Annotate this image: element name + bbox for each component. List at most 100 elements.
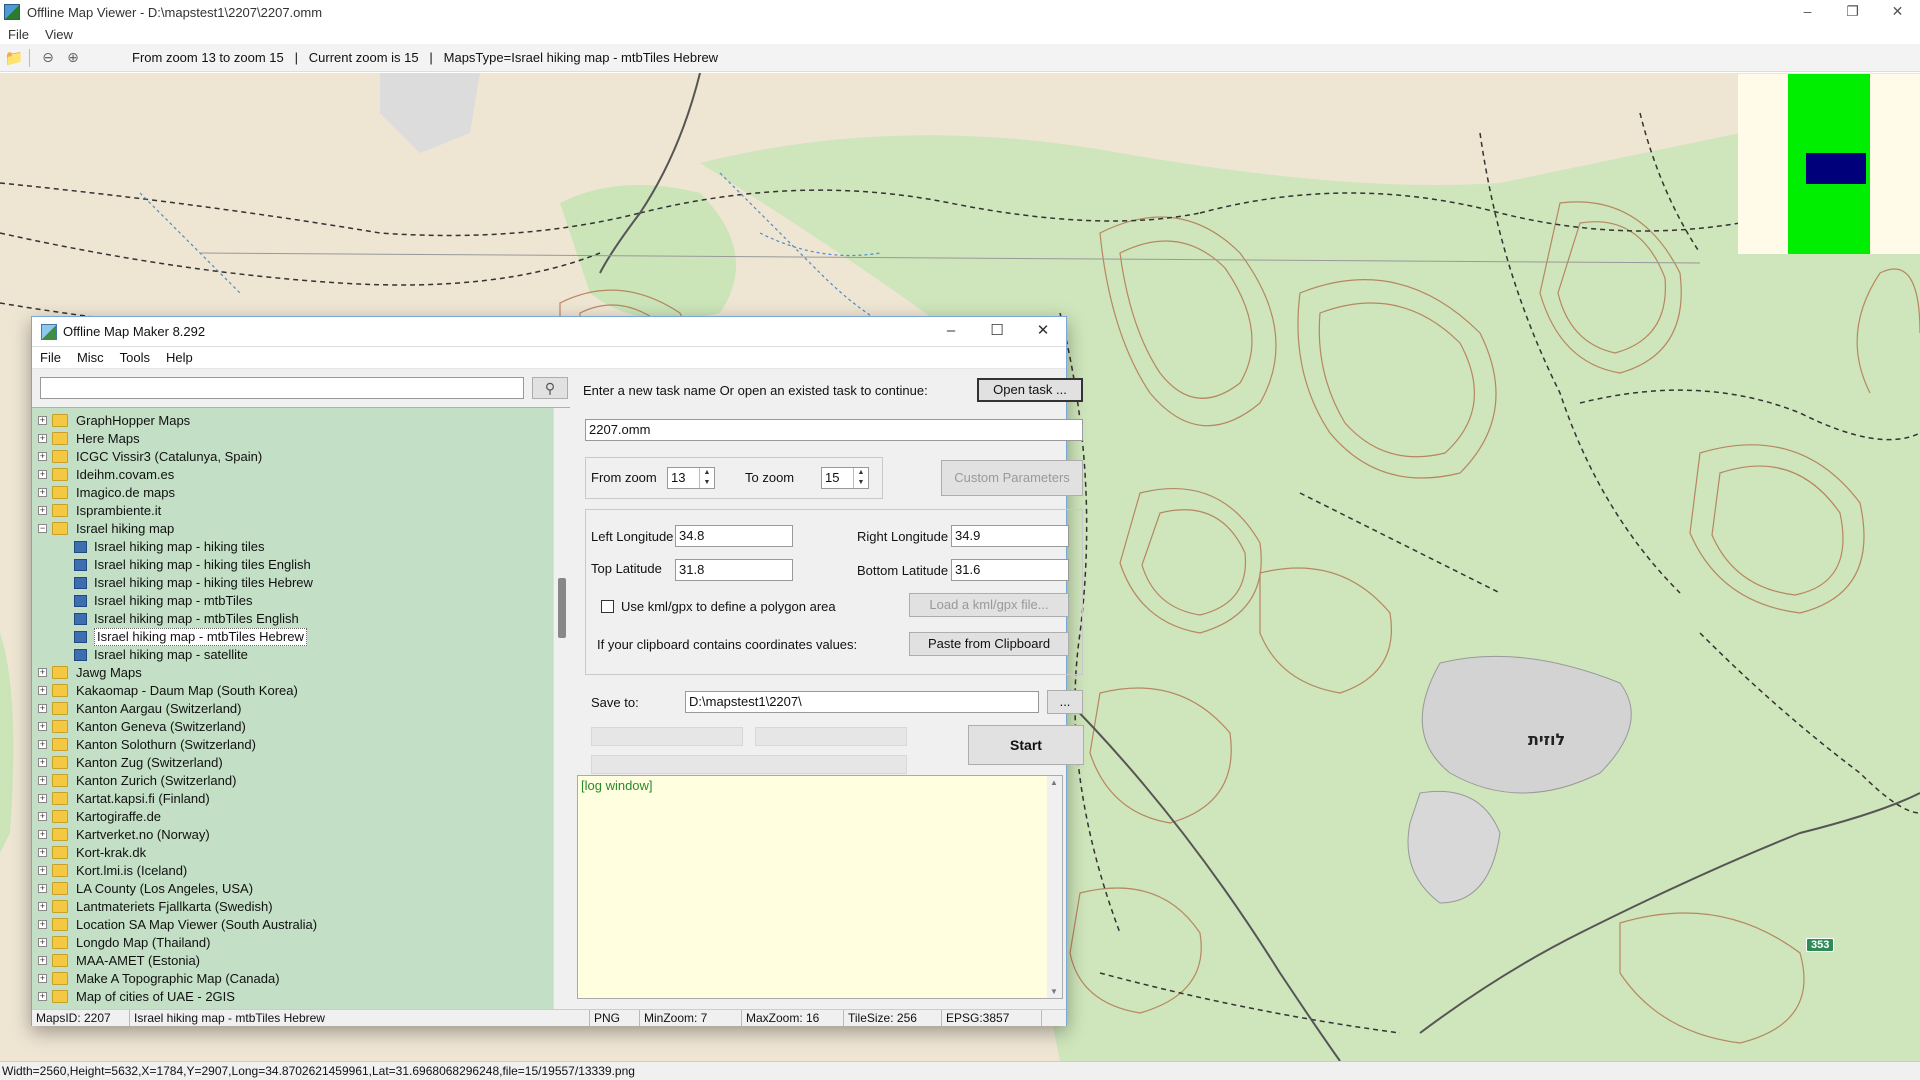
dialog-maximize-icon[interactable]: ☐	[974, 317, 1020, 347]
expand-icon[interactable]: +	[38, 992, 47, 1001]
tree-folder-item[interactable]: + Lantmateriets Fjallkarta (Swedish)	[32, 898, 542, 916]
zoom-out-icon[interactable]: ⊖	[37, 47, 59, 69]
tree-folder-item[interactable]: + Kort-krak.dk	[32, 844, 542, 862]
expand-icon[interactable]: +	[38, 866, 47, 875]
tree-folder-item[interactable]: + Ideihm.covam.es	[32, 466, 542, 484]
tree-folder-item[interactable]: + Jawg Maps	[32, 664, 542, 682]
map-search-input[interactable]	[40, 377, 524, 399]
tree-folder-item[interactable]: + Imagico.de maps	[32, 484, 542, 502]
start-button[interactable]: Start	[968, 725, 1084, 765]
tree-folder-item[interactable]: + ICGC Vissir3 (Catalunya, Spain)	[32, 448, 542, 466]
dialog-menu-tools[interactable]: Tools	[112, 350, 158, 365]
expand-icon[interactable]: +	[38, 974, 47, 983]
collapse-icon[interactable]: −	[38, 524, 47, 533]
expand-icon[interactable]: +	[38, 884, 47, 893]
task-name-input[interactable]: 2207.omm	[585, 419, 1083, 441]
open-task-button[interactable]: Open task ...	[977, 378, 1083, 402]
tree-folder-item[interactable]: + Kanton Solothurn (Switzerland)	[32, 736, 542, 754]
expand-icon[interactable]: +	[38, 848, 47, 857]
tree-folder-item[interactable]: + Isprambiente.it	[32, 502, 542, 520]
browse-button[interactable]: ...	[1047, 690, 1083, 714]
scroll-down-icon[interactable]: ▼	[1050, 987, 1058, 996]
spinner-arrows-icon[interactable]: ▲ ▼	[699, 468, 714, 488]
menu-file[interactable]: File	[0, 27, 37, 42]
tree-folder-item[interactable]: − Israel hiking map	[32, 520, 542, 538]
expand-icon[interactable]: +	[38, 830, 47, 839]
dialog-menu-file[interactable]: File	[32, 350, 69, 365]
tree-folder-item[interactable]: + Kanton Zug (Switzerland)	[32, 754, 542, 772]
expand-icon[interactable]: +	[38, 434, 47, 443]
top-latitude-input[interactable]: 31.8	[675, 559, 793, 581]
open-folder-icon[interactable]: 📁	[3, 47, 25, 69]
tree-folder-item[interactable]: + Longdo Map (Thailand)	[32, 934, 542, 952]
tree-folder-item[interactable]: + Location SA Map Viewer (South Australia…	[32, 916, 542, 934]
expand-icon[interactable]: +	[38, 506, 47, 515]
tree-folder-item[interactable]: + Kort.lmi.is (Iceland)	[32, 862, 542, 880]
minimap[interactable]	[1738, 74, 1920, 254]
zoom-in-icon[interactable]: ⊕	[62, 47, 84, 69]
tree-map-item[interactable]: Israel hiking map - satellite	[32, 646, 542, 664]
tree-folder-item[interactable]: + Kanton Aargau (Switzerland)	[32, 700, 542, 718]
tree-folder-item[interactable]: + Kakaomap - Daum Map (South Korea)	[32, 682, 542, 700]
bottom-latitude-input[interactable]: 31.6	[951, 559, 1069, 581]
tree-scrollbar[interactable]	[553, 408, 570, 1009]
expand-icon[interactable]: +	[38, 812, 47, 821]
tree-map-item[interactable]: Israel hiking map - hiking tiles	[32, 538, 542, 556]
left-longitude-input[interactable]: 34.8	[675, 525, 793, 547]
custom-parameters-button[interactable]: Custom Parameters	[941, 460, 1083, 496]
close-icon[interactable]: ✕	[1875, 0, 1920, 24]
tree-folder-item[interactable]: + Kartat.kapsi.fi (Finland)	[32, 790, 542, 808]
dialog-minimize-icon[interactable]: –	[928, 317, 974, 347]
dialog-menu-misc[interactable]: Misc	[69, 350, 112, 365]
to-zoom-spinner[interactable]: 15 ▲ ▼	[821, 467, 869, 489]
log-window[interactable]: [log window] ▲ ▼	[577, 775, 1063, 999]
dialog-menu-help[interactable]: Help	[158, 350, 201, 365]
tree-folder-item[interactable]: + Kartogiraffe.de	[32, 808, 542, 826]
expand-icon[interactable]: +	[38, 902, 47, 911]
tree-map-item[interactable]: Israel hiking map - hiking tiles Hebrew	[32, 574, 542, 592]
tree-map-item[interactable]: Israel hiking map - mtbTiles English	[32, 610, 542, 628]
restore-icon[interactable]: ❐	[1830, 0, 1875, 24]
kml-polygon-checkbox[interactable]	[601, 600, 614, 613]
tree-folder-item[interactable]: + MAA-AMET (Estonia)	[32, 952, 542, 970]
minimize-icon[interactable]: –	[1785, 0, 1830, 24]
spinner-arrows-icon[interactable]: ▲ ▼	[853, 468, 868, 488]
expand-icon[interactable]: +	[38, 794, 47, 803]
map-source-tree[interactable]: + GraphHopper Maps + Here Maps + ICGC Vissir3…	[32, 407, 570, 1009]
expand-icon[interactable]: +	[38, 668, 47, 677]
log-scrollbar[interactable]: ▲ ▼	[1047, 776, 1062, 998]
tree-map-item[interactable]: Israel hiking map - hiking tiles English	[32, 556, 542, 574]
expand-icon[interactable]: +	[38, 686, 47, 695]
tree-folder-item[interactable]: + GraphHopper Maps	[32, 412, 542, 430]
paste-from-clipboard-button[interactable]: Paste from Clipboard	[909, 632, 1069, 656]
load-kml-button[interactable]: Load a kml/gpx file...	[909, 593, 1069, 617]
expand-icon[interactable]: +	[38, 704, 47, 713]
save-path-input[interactable]: D:\mapstest1\2207\	[685, 691, 1039, 713]
tree-map-item[interactable]: Israel hiking map - mtbTiles	[32, 592, 542, 610]
expand-icon[interactable]: +	[38, 722, 47, 731]
expand-icon[interactable]: +	[38, 740, 47, 749]
tree-scrollbar-thumb[interactable]	[558, 578, 566, 638]
scroll-up-icon[interactable]: ▲	[1050, 778, 1058, 787]
dialog-close-icon[interactable]: ✕	[1020, 317, 1066, 347]
expand-icon[interactable]: +	[38, 470, 47, 479]
tree-map-item[interactable]: Israel hiking map - mtbTiles Hebrew	[32, 628, 542, 646]
expand-icon[interactable]: +	[38, 776, 47, 785]
minimap-viewport[interactable]	[1806, 153, 1866, 184]
from-zoom-spinner[interactable]: 13 ▲ ▼	[667, 467, 715, 489]
tree-folder-item[interactable]: + Kanton Zurich (Switzerland)	[32, 772, 542, 790]
expand-icon[interactable]: +	[38, 452, 47, 461]
search-button[interactable]: ⚲	[532, 377, 568, 399]
expand-icon[interactable]: +	[38, 488, 47, 497]
expand-icon[interactable]: +	[38, 956, 47, 965]
expand-icon[interactable]: +	[38, 758, 47, 767]
tree-folder-item[interactable]: + Kartverket.no (Norway)	[32, 826, 542, 844]
right-longitude-input[interactable]: 34.9	[951, 525, 1069, 547]
expand-icon[interactable]: +	[38, 920, 47, 929]
tree-folder-item[interactable]: + LA County (Los Angeles, USA)	[32, 880, 542, 898]
expand-icon[interactable]: +	[38, 416, 47, 425]
menu-view[interactable]: View	[37, 27, 81, 42]
tree-folder-item[interactable]: + Make A Topographic Map (Canada)	[32, 970, 542, 988]
tree-folder-item[interactable]: + Here Maps	[32, 430, 542, 448]
tree-folder-item[interactable]: + Map of cities of UAE - 2GIS	[32, 988, 542, 1006]
